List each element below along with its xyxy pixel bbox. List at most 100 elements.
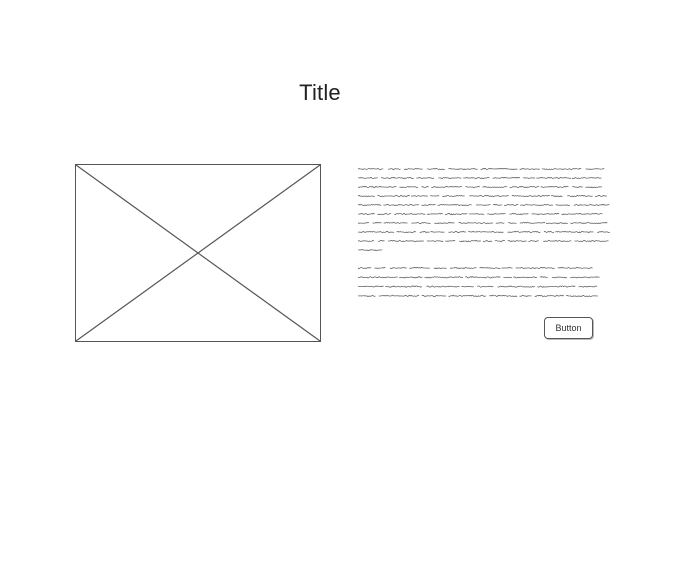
scribble-word — [509, 213, 529, 216]
scribble-word — [374, 267, 386, 269]
scribble-word — [416, 177, 435, 179]
scribble-word — [449, 266, 477, 270]
scribble-word — [358, 176, 378, 179]
scribble-word — [434, 221, 455, 224]
scribble-word — [482, 185, 508, 188]
scribble-word — [573, 203, 610, 206]
scribble-word — [479, 266, 501, 270]
scribble-word — [358, 249, 383, 252]
scribble-word — [387, 240, 424, 243]
scribble-word — [469, 213, 485, 215]
scribble-word — [461, 285, 474, 288]
scribble-word — [507, 230, 541, 234]
scribble-word — [426, 285, 460, 288]
scribble-word — [501, 267, 513, 269]
scribble-word — [543, 230, 555, 234]
scribble-word — [536, 176, 572, 179]
scribble-word — [507, 240, 527, 243]
scribble-word — [377, 212, 392, 216]
scribble-word — [495, 221, 505, 224]
scribble-word — [387, 168, 401, 171]
scribble-word — [492, 204, 503, 206]
scribble-word — [515, 267, 555, 270]
scribble-word — [487, 213, 506, 215]
scribble-word — [411, 195, 429, 197]
scribble-word — [476, 204, 491, 206]
scribble-word — [448, 167, 478, 171]
scribble-word — [528, 239, 539, 243]
scribble-word — [458, 221, 494, 225]
scribble-word — [403, 168, 423, 171]
scribble-word — [421, 203, 436, 206]
scribble-word — [396, 231, 417, 234]
scribble-word — [519, 203, 554, 207]
scribble-word — [492, 176, 521, 179]
scribble-word — [433, 267, 447, 270]
scribble-word — [448, 294, 487, 297]
scribble-word — [557, 266, 593, 270]
scribble-word — [482, 239, 493, 243]
scribble-word — [571, 176, 602, 180]
scribble-word — [596, 230, 611, 233]
scribble-word — [458, 240, 481, 243]
scribble-word — [411, 221, 431, 225]
scribble-word — [469, 194, 509, 198]
scribble-word — [566, 295, 598, 298]
scribble-word — [585, 186, 603, 189]
scribble-word — [537, 285, 576, 288]
scribble-word — [389, 266, 407, 269]
scribble-word — [570, 276, 600, 279]
scribble-word — [377, 240, 385, 242]
scribble-word — [421, 295, 447, 297]
scribble-word — [476, 285, 494, 288]
scribble-word — [421, 186, 429, 189]
scribble-word — [497, 285, 536, 288]
scribble-word — [519, 221, 546, 224]
primary-button[interactable]: Button — [544, 317, 593, 339]
scribble-word — [465, 186, 480, 189]
scribble-word — [437, 203, 472, 207]
page-title: Title — [299, 80, 341, 105]
scribble-word — [444, 212, 468, 216]
scribble-word — [512, 276, 538, 279]
scribble-word — [426, 212, 443, 215]
scribble-word — [419, 231, 430, 233]
scribble-word — [358, 276, 398, 279]
scribble-word — [399, 186, 419, 189]
scribble-word — [541, 167, 582, 171]
scribble-word — [465, 276, 501, 279]
scribble-text-lines — [358, 167, 611, 252]
scribble-word — [539, 276, 548, 279]
scribble-word — [358, 230, 395, 234]
scribble-word — [540, 185, 569, 189]
scribble-word — [519, 295, 532, 297]
scribble-word — [572, 186, 584, 189]
scribble-word — [426, 168, 446, 171]
scribble-word — [358, 212, 375, 216]
scribble-word — [542, 239, 572, 242]
scribble-word — [585, 168, 605, 170]
scribble-word — [445, 239, 456, 242]
scribble-word — [441, 194, 465, 197]
scribble-word — [574, 239, 609, 243]
image-placeholder-cross-icon — [76, 165, 320, 341]
scribble-word — [380, 177, 414, 180]
scribble-word — [358, 167, 384, 171]
scribble-word — [358, 294, 376, 297]
scribble-word — [358, 266, 372, 270]
placeholder-paragraph-1 — [358, 165, 614, 257]
scribble-word — [463, 176, 490, 180]
scribble-word — [567, 194, 593, 198]
scribble-word — [534, 294, 565, 298]
scribble-word — [545, 222, 569, 225]
image-placeholder — [75, 164, 321, 342]
scribble-word — [467, 230, 504, 233]
scribble-word — [383, 204, 420, 206]
scribble-word — [358, 185, 397, 189]
scribble-word — [409, 267, 431, 269]
scribble-word — [448, 231, 466, 233]
scribble-word — [480, 167, 518, 171]
scribble-word — [426, 240, 444, 242]
scribble-word — [358, 195, 375, 197]
scribble-word — [430, 231, 445, 233]
